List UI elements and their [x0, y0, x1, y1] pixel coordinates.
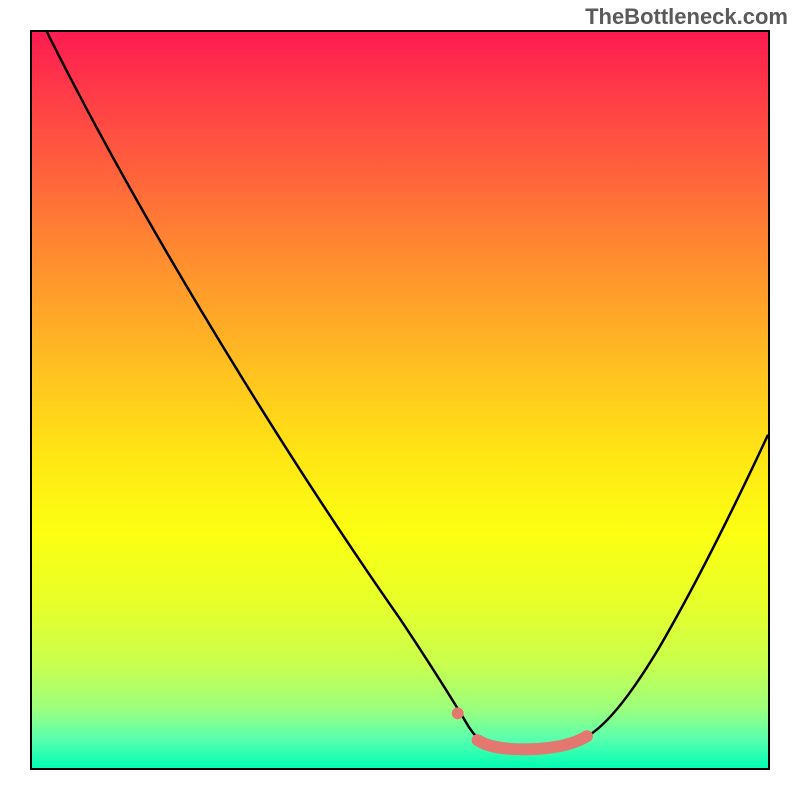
highlight-segment	[478, 736, 587, 749]
highlight-dot-start	[452, 707, 464, 719]
plot-area	[30, 30, 770, 770]
curve-layer	[32, 32, 768, 768]
bottleneck-curve	[47, 32, 768, 748]
watermark-text: TheBottleneck.com	[585, 4, 788, 30]
